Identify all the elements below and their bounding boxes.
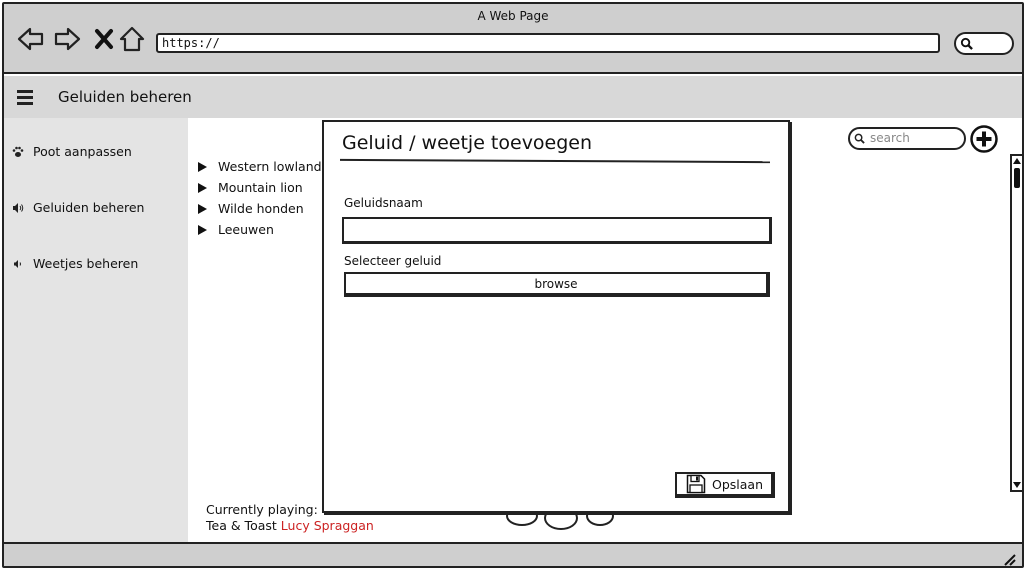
- paw-icon: [12, 146, 26, 158]
- artist-name: Lucy Spraggan: [280, 518, 374, 533]
- sound-name-label: Geluidsnaam: [344, 196, 423, 210]
- browser-chrome: A Web Page https://: [4, 4, 1022, 74]
- expand-icon: [198, 203, 207, 214]
- app-header: Geluiden beheren: [4, 76, 1022, 118]
- vertical-scrollbar[interactable]: [1010, 154, 1022, 492]
- scroll-up-icon[interactable]: [1013, 158, 1021, 164]
- resize-grip-icon[interactable]: [1002, 552, 1016, 566]
- sound-list: Western lowland g Mountain lion Wilde ho…: [198, 156, 333, 240]
- list-item[interactable]: Western lowland g: [198, 156, 333, 177]
- sidebar-item-weetjes-beheren[interactable]: Weetjes beheren: [12, 256, 138, 271]
- list-item-label: Mountain lion: [218, 180, 303, 195]
- stop-icon[interactable]: [89, 24, 119, 54]
- sidebar-item-poot-aanpassen[interactable]: Poot aanpassen: [12, 144, 132, 159]
- scroll-thumb[interactable]: [1014, 168, 1020, 188]
- expand-icon: [198, 224, 207, 235]
- select-sound-label: Selecteer geluid: [344, 254, 442, 268]
- page-title: Geluiden beheren: [58, 88, 192, 106]
- list-item[interactable]: Leeuwen: [198, 219, 333, 240]
- search-icon: [960, 37, 973, 50]
- forward-icon[interactable]: [52, 24, 82, 54]
- list-item-label: Western lowland g: [218, 159, 334, 174]
- floppy-disk-icon: [686, 474, 706, 494]
- expand-icon: [198, 182, 207, 193]
- list-item[interactable]: Wilde honden: [198, 198, 333, 219]
- search-icon: [854, 133, 865, 144]
- list-item-label: Wilde honden: [218, 201, 304, 216]
- expand-icon: [198, 161, 207, 172]
- search-placeholder: search: [870, 131, 910, 145]
- home-icon[interactable]: [117, 24, 147, 54]
- sidebar: Poot aanpassen Geluiden beheren Weetjes …: [4, 118, 188, 542]
- status-bar: [4, 542, 1022, 566]
- sidebar-item-label: Poot aanpassen: [33, 144, 132, 159]
- scroll-down-icon[interactable]: [1013, 482, 1021, 488]
- url-bar[interactable]: https://: [156, 33, 940, 53]
- browser-search-field[interactable]: [954, 32, 1014, 55]
- dialog-title: Geluid / weetje toevoegen: [342, 132, 593, 154]
- save-button-label: Opslaan: [712, 476, 764, 492]
- add-icon[interactable]: [970, 125, 998, 153]
- list-item-label: Leeuwen: [218, 222, 274, 237]
- search-input[interactable]: search: [848, 127, 966, 150]
- track-title: Tea & Toast: [206, 518, 277, 533]
- list-item[interactable]: Mountain lion: [198, 177, 333, 198]
- menu-icon[interactable]: [17, 90, 33, 105]
- back-icon[interactable]: [16, 24, 46, 54]
- browse-button[interactable]: browse: [344, 272, 770, 297]
- sidebar-item-label: Weetjes beheren: [33, 256, 139, 271]
- save-button[interactable]: Opslaan: [675, 472, 775, 498]
- window-title: A Web Page: [477, 9, 549, 23]
- divider: [339, 158, 771, 164]
- sidebar-item-geluiden-beheren[interactable]: Geluiden beheren: [12, 200, 144, 215]
- sidebar-item-label: Geluiden beheren: [33, 200, 145, 215]
- volume-low-icon: [12, 258, 26, 270]
- sound-name-field[interactable]: [342, 217, 772, 244]
- add-sound-dialog: Geluid / weetje toevoegen Geluidsnaam Se…: [322, 120, 790, 513]
- volume-icon: [12, 202, 26, 214]
